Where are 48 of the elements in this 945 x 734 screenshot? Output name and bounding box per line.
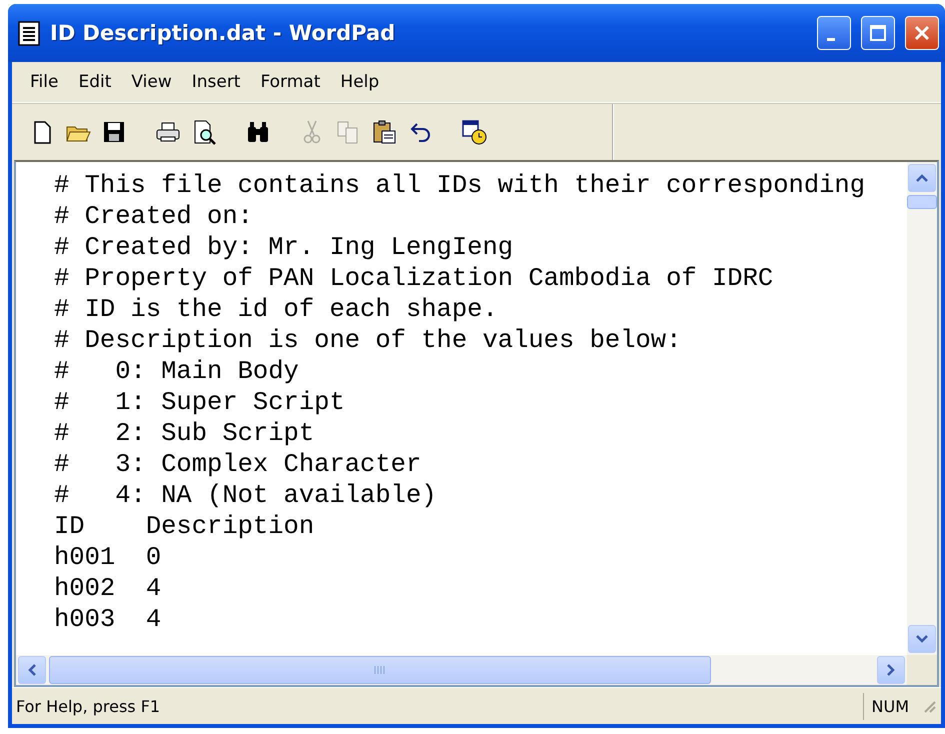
- maximize-icon: [869, 24, 887, 42]
- text-line: # 3: Complex Character: [54, 449, 422, 480]
- text-line: h001 0: [54, 542, 162, 573]
- window-title: ID Description.dat - WordPad: [50, 21, 396, 45]
- vertical-scrollbar[interactable]: [907, 162, 937, 655]
- minimize-icon: [827, 38, 835, 40]
- left-chevron-icon: [27, 663, 37, 677]
- text-line: h003 4: [54, 604, 162, 635]
- document-area[interactable]: [14, 160, 939, 687]
- menu-item[interactable]: Help: [332, 68, 388, 96]
- text-line: # 1: Super Script: [54, 387, 346, 418]
- menu-item[interactable]: Edit: [70, 68, 120, 96]
- scroll-up-button[interactable]: [908, 164, 936, 192]
- text-line: h002 4: [54, 573, 162, 604]
- calendar-clock-icon: [461, 119, 487, 145]
- scroll-right-button[interactable]: [877, 656, 905, 684]
- close-icon: [913, 24, 931, 42]
- status-text: For Help, press F1: [16, 696, 162, 716]
- scroll-left-button[interactable]: [18, 656, 46, 684]
- text-line: # ID is the id of each shape.: [54, 294, 499, 325]
- scroll-down-button[interactable]: [908, 625, 936, 653]
- right-chevron-icon: [886, 663, 896, 677]
- minimize-button[interactable]: [817, 16, 851, 50]
- binoculars-icon: [245, 119, 271, 145]
- text-line: # Property of PAN Localization Cambodia of IDRC: [54, 263, 774, 294]
- clipboard-icon: [371, 119, 397, 145]
- status-panel: NUM: [862, 692, 917, 720]
- text-line: # 4: NA (Not available): [54, 480, 438, 511]
- horizontal-scrollbar[interactable]: [16, 655, 907, 685]
- text-line: # 0: Main Body: [54, 356, 300, 387]
- close-button[interactable]: [905, 16, 939, 50]
- text-line: # Created by: Mr. Ing LengIeng: [54, 232, 514, 263]
- menu-item[interactable]: Format: [252, 68, 328, 96]
- scrollbar-corner: [907, 655, 937, 685]
- notepad-icon: [18, 20, 40, 46]
- maximize-button[interactable]: [861, 16, 895, 50]
- down-chevron-icon: [915, 634, 929, 644]
- text-line: # Description is one of the values below:: [54, 325, 682, 356]
- text-line: # 2: Sub Script: [54, 418, 316, 449]
- menu-item[interactable]: Insert: [184, 68, 248, 96]
- scroll-thumb[interactable]: [49, 656, 711, 684]
- text-line: # This file contains all IDs with their corresponding: [54, 170, 866, 201]
- scroll-thumb[interactable]: [907, 195, 937, 209]
- menu-item[interactable]: File: [22, 68, 66, 96]
- up-chevron-icon: [915, 173, 929, 183]
- text-line: # Created on:: [54, 201, 254, 232]
- text-line: ID Description: [54, 511, 316, 542]
- menu-item[interactable]: View: [123, 68, 180, 96]
